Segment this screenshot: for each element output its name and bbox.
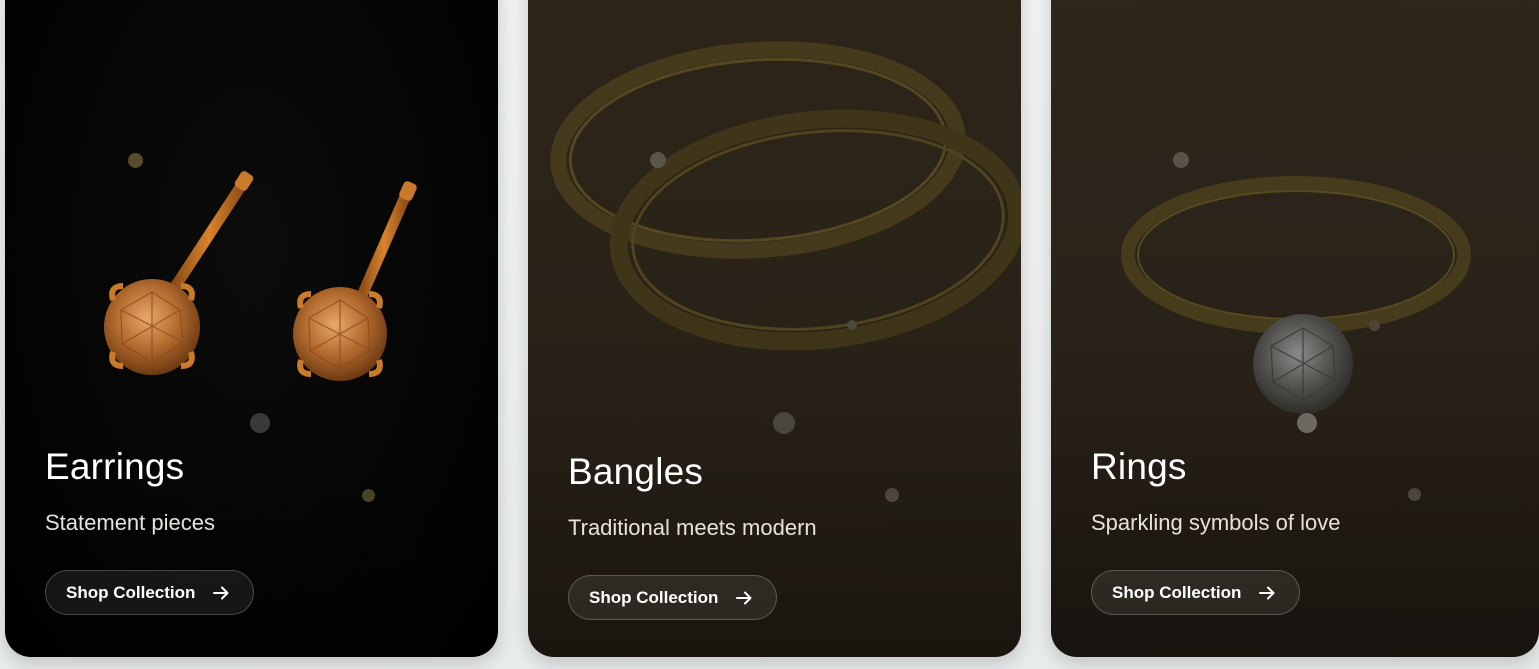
- sparkle-dot: [1369, 320, 1380, 331]
- ring-image: [1121, 176, 1471, 414]
- collections-section: Earrings Statement pieces Shop Collectio…: [0, 0, 1539, 669]
- earrings-image: [104, 171, 417, 381]
- sparkle-dot: [128, 153, 143, 168]
- card-title: Rings: [1091, 446, 1187, 487]
- shop-collection-button[interactable]: Shop Collection: [45, 570, 255, 615]
- sparkle-dot: [250, 413, 270, 433]
- sparkle-dot: [1408, 488, 1421, 501]
- card-title: Earrings: [45, 446, 185, 487]
- card-subtitle: Statement pieces: [45, 510, 215, 535]
- bangles-image: [550, 41, 1021, 351]
- card-subtitle: Traditional meets modern: [568, 515, 817, 540]
- button-label: Shop Collection: [66, 582, 196, 602]
- sparkle-dot: [650, 152, 666, 168]
- sparkle-dot: [362, 489, 375, 502]
- arrow-right-icon: [734, 588, 754, 608]
- button-label: Shop Collection: [1112, 582, 1242, 602]
- sparkle-dot: [847, 320, 857, 330]
- sparkle-dot: [773, 412, 795, 434]
- sparkle-dot: [1297, 413, 1317, 433]
- button-label: Shop Collection: [589, 587, 719, 607]
- collection-card-earrings[interactable]: Earrings Statement pieces Shop Collectio…: [5, 0, 498, 657]
- collection-card-rings[interactable]: Rings Sparkling symbols of love Shop Col…: [1051, 0, 1539, 657]
- shop-collection-button[interactable]: Shop Collection: [1091, 570, 1301, 615]
- card-subtitle: Sparkling symbols of love: [1091, 510, 1341, 535]
- sparkle-dot: [1173, 152, 1189, 168]
- collection-card-bangles[interactable]: Bangles Traditional meets modern Shop Co…: [528, 0, 1021, 657]
- shop-collection-button[interactable]: Shop Collection: [568, 575, 778, 620]
- sparkle-dot: [885, 488, 899, 502]
- arrow-right-icon: [1257, 583, 1277, 603]
- card-title: Bangles: [568, 451, 704, 492]
- arrow-right-icon: [211, 583, 231, 603]
